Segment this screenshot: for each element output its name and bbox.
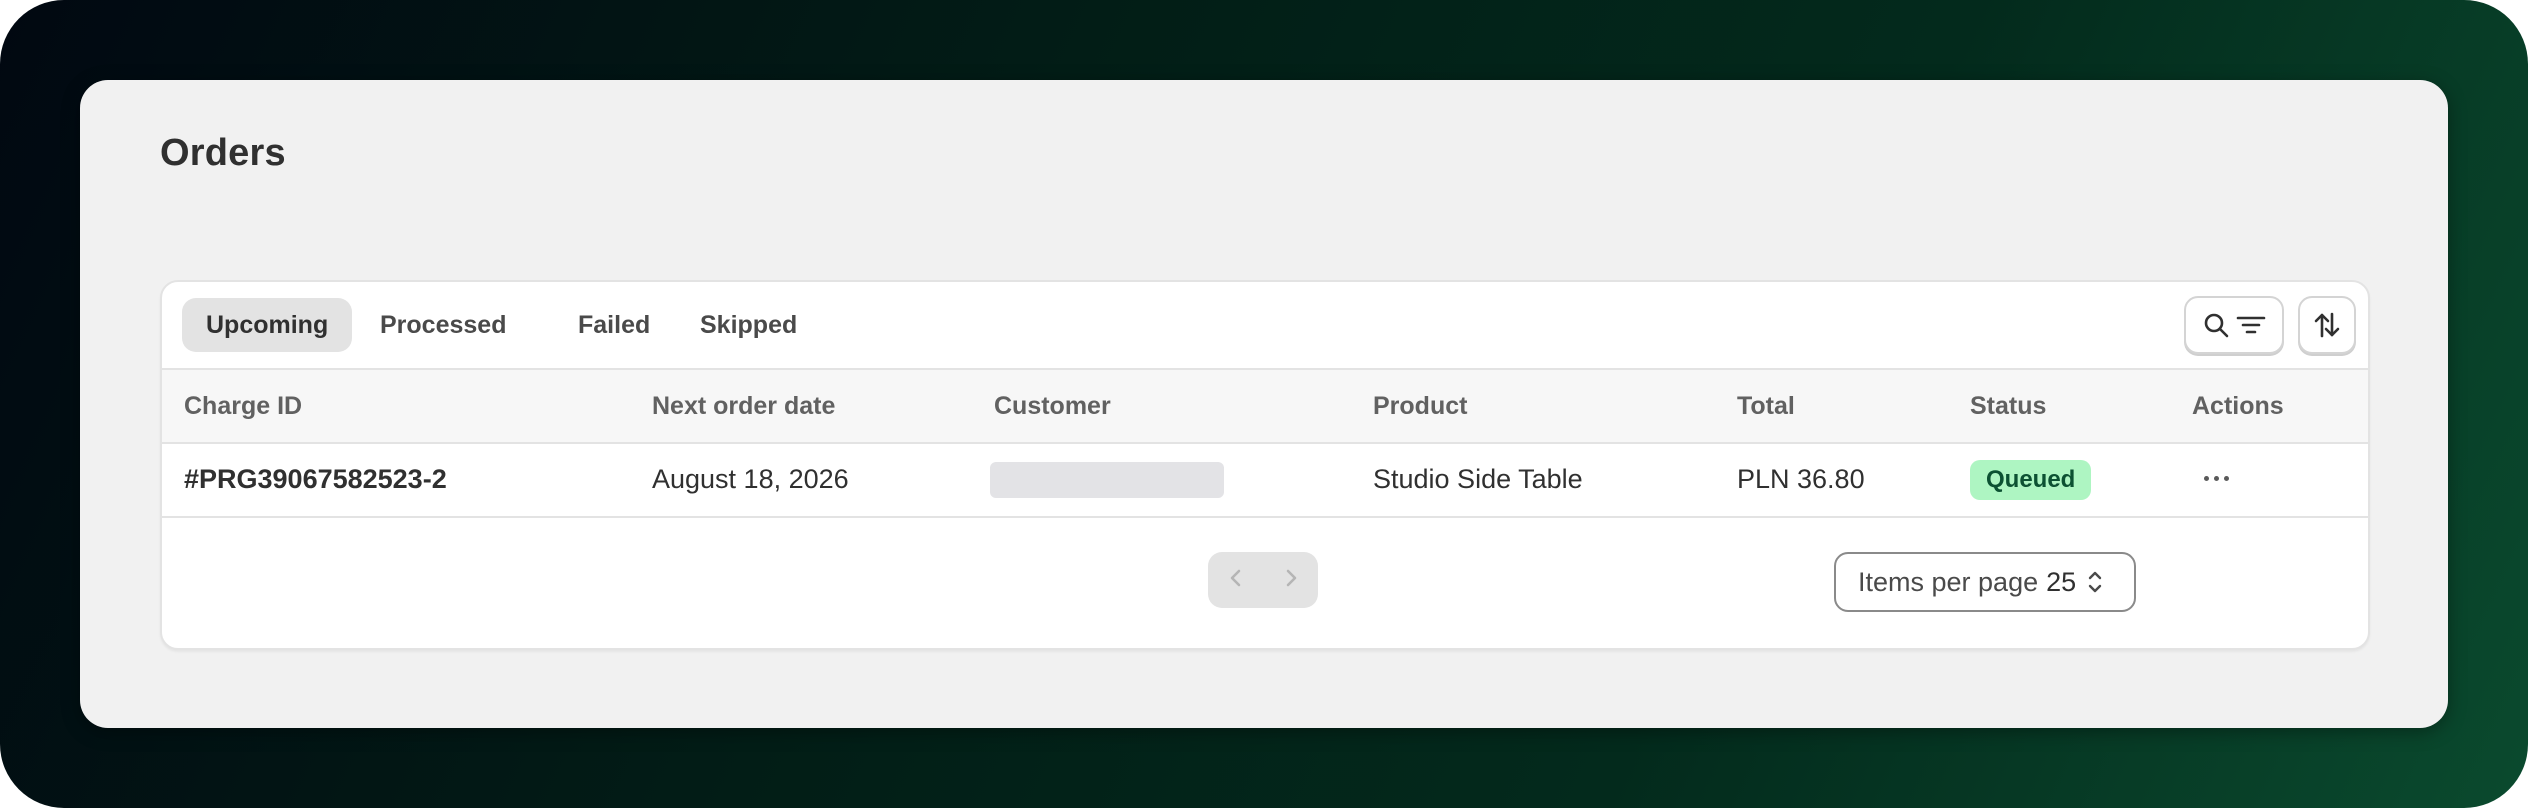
chevron-left-icon bbox=[1226, 566, 1246, 595]
tab-skipped[interactable]: Skipped bbox=[676, 298, 821, 352]
items-per-page-label: Items per page bbox=[1858, 566, 2039, 597]
tab-upcoming[interactable]: Upcoming bbox=[182, 298, 353, 352]
sort-button[interactable] bbox=[2298, 296, 2356, 354]
charge-id-cell[interactable]: #PRG39067582523-2 bbox=[184, 442, 447, 516]
total-cell: PLN 36.80 bbox=[1737, 464, 1865, 494]
column-header-next-order-date: Next order date bbox=[652, 392, 836, 420]
pagination bbox=[1208, 552, 1318, 608]
status-badge: Queued bbox=[1970, 460, 2092, 500]
product-cell: Studio Side Table bbox=[1373, 464, 1583, 494]
next-order-date-cell: August 18, 2026 bbox=[652, 464, 849, 494]
filter-icon bbox=[2236, 311, 2266, 339]
tab-failed[interactable]: Failed bbox=[554, 298, 674, 352]
items-per-page-select[interactable]: Items per page 25 bbox=[1834, 552, 2136, 612]
orders-card: Orders Upcoming Processed Failed Skipped bbox=[80, 80, 2448, 728]
column-header-customer: Customer bbox=[994, 392, 1111, 420]
items-per-page-value: 25 bbox=[2046, 566, 2077, 597]
page-title: Orders bbox=[160, 132, 286, 174]
select-chevron-icon bbox=[2086, 568, 2104, 596]
previous-page-button[interactable] bbox=[1208, 552, 1263, 608]
tab-processed[interactable]: Processed bbox=[356, 298, 530, 352]
tabs-row: Upcoming Processed Failed Skipped bbox=[162, 282, 2368, 368]
search-filter-button[interactable] bbox=[2184, 296, 2284, 354]
table-row[interactable]: #PRG39067582523-2 August 18, 2026 Studio… bbox=[162, 442, 2368, 518]
sort-icon bbox=[2312, 310, 2342, 340]
column-header-product: Product bbox=[1373, 392, 1468, 420]
column-header-actions: Actions bbox=[2192, 392, 2284, 420]
column-header-total: Total bbox=[1737, 392, 1795, 420]
column-header-status: Status bbox=[1970, 392, 2047, 420]
column-header-charge-id: Charge ID bbox=[184, 392, 303, 420]
more-horizontal-icon[interactable] bbox=[2196, 460, 2236, 496]
search-icon bbox=[2202, 311, 2230, 339]
table-header: Charge ID Next order date Customer Produ… bbox=[162, 368, 2368, 444]
customer-redacted-cell bbox=[990, 462, 1224, 498]
background: Orders Upcoming Processed Failed Skipped bbox=[0, 0, 2528, 808]
orders-table-panel: Upcoming Processed Failed Skipped Charge… bbox=[160, 280, 2370, 650]
next-page-button[interactable] bbox=[1263, 552, 1318, 608]
chevron-right-icon bbox=[1281, 566, 1301, 595]
